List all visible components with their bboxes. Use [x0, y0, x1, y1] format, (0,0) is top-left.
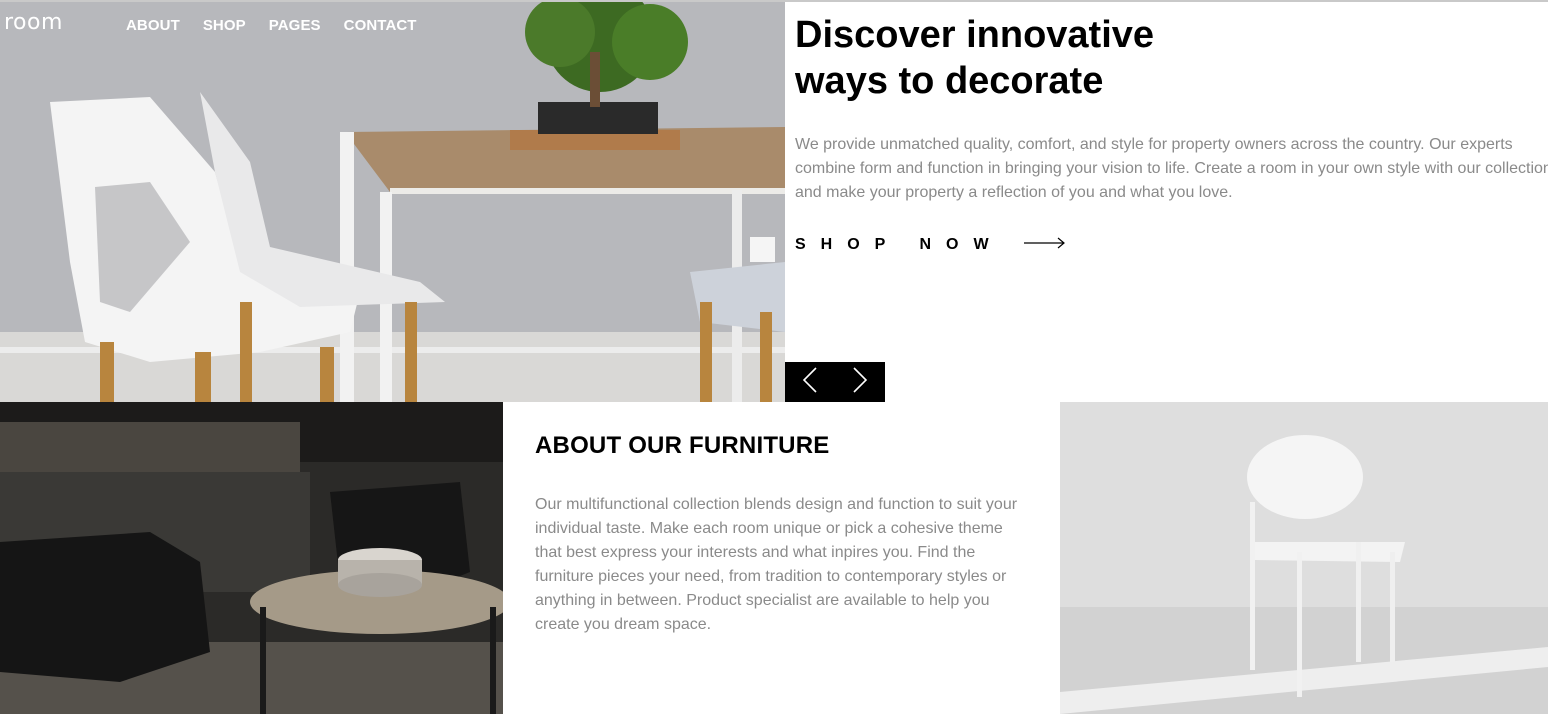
about-title: ABOUT OUR FURNITURE [535, 432, 830, 459]
brand-logo[interactable]: room [4, 10, 63, 35]
main-nav: ABOUT SHOP PAGES CONTACT [126, 17, 440, 34]
arrow-right-icon [1023, 236, 1066, 254]
about-image-dark [0, 402, 503, 714]
about-description-line: individual taste. Make each room unique … [535, 520, 1003, 537]
hero-title-line: ways to decorate [795, 60, 1104, 102]
nav-item-about[interactable]: ABOUT [126, 17, 180, 34]
hero-title-line: Discover innovative [795, 14, 1155, 56]
hero-description-line: and make your property a reflection of y… [795, 184, 1233, 201]
about-description-line: that best express your interests and wha… [535, 544, 976, 561]
about-description-line: Our multifunctional collection blends de… [535, 496, 1018, 513]
nav-item-shop[interactable]: SHOP [203, 17, 246, 34]
slider-controls [785, 362, 885, 402]
hero-image [0, 2, 785, 402]
nav-item-pages[interactable]: PAGES [269, 17, 321, 34]
hero-description-line: combine form and function in bringing yo… [795, 160, 1548, 177]
slider-prev-button[interactable] [785, 362, 835, 402]
about-description: Our multifunctional collection blends de… [535, 493, 1035, 637]
hero-title: Discover innovative ways to decorate [795, 12, 1315, 104]
shop-now-button[interactable]: SHOP NOW [795, 236, 1066, 254]
about-description-line: anything in between. Product specialist … [535, 592, 990, 609]
chevron-right-icon [852, 366, 868, 398]
about-description-line: furniture pieces your need, from traditi… [535, 568, 1007, 585]
about-description-line: create you dream space. [535, 616, 712, 633]
hero-description-line: We provide unmatched quality, comfort, a… [795, 136, 1513, 153]
nav-item-contact[interactable]: CONTACT [344, 17, 417, 34]
about-image-chair [1060, 402, 1548, 714]
hero-description: We provide unmatched quality, comfort, a… [795, 133, 1548, 205]
chevron-left-icon [802, 366, 818, 398]
slider-next-button[interactable] [835, 362, 885, 402]
shop-now-label: SHOP NOW [795, 236, 1004, 253]
